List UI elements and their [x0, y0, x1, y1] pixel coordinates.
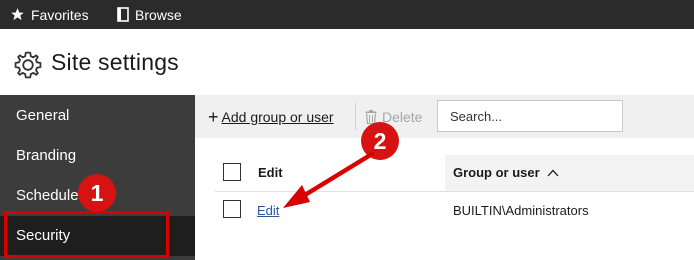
top-bar: Favorites Browse — [0, 0, 694, 29]
star-icon — [11, 8, 24, 21]
sort-up-icon — [547, 169, 559, 177]
toolbar-divider — [355, 103, 356, 130]
favorites-link[interactable]: Favorites — [10, 0, 89, 29]
sidebar-item-branding[interactable]: Branding — [0, 136, 195, 176]
edit-link[interactable]: Edit — [257, 203, 279, 218]
row-checkbox[interactable] — [223, 200, 241, 218]
table-divider — [215, 191, 694, 192]
table-header: Edit Group or user — [215, 155, 694, 191]
add-group-or-user-button[interactable]: + Add group or user — [208, 95, 334, 138]
sidebar-item-label: General — [16, 107, 70, 124]
step-badge-1: 1 — [78, 174, 116, 212]
add-group-or-user-label: Add group or user — [221, 108, 334, 125]
edit-column-header: Edit — [258, 165, 283, 180]
sidebar-item-general[interactable]: General — [0, 96, 195, 136]
gear-icon — [14, 51, 42, 79]
group-column-header-label: Group or user — [453, 165, 540, 180]
browse-label: Browse — [135, 6, 182, 23]
browse-link[interactable]: Browse — [117, 0, 182, 29]
select-all-checkbox[interactable] — [223, 163, 241, 181]
browse-icon — [117, 7, 129, 22]
delete-label: Delete — [382, 108, 423, 125]
page-header: Site settings — [0, 29, 694, 95]
search-input[interactable] — [437, 100, 623, 132]
table-row: Edit BUILTIN\Administrators — [215, 194, 694, 224]
sidebar-item-label: Branding — [16, 147, 77, 164]
group-column-header[interactable]: Group or user — [453, 165, 559, 180]
group-cell: BUILTIN\Administrators — [453, 203, 589, 218]
toolbar: + Add group or user Delete — [195, 95, 694, 138]
security-highlight-box — [4, 211, 169, 258]
sidebar-item-label: Schedule — [16, 187, 79, 204]
page-title: Site settings — [51, 49, 179, 75]
favorites-label: Favorites — [31, 6, 89, 23]
step-badge-2: 2 — [361, 122, 399, 160]
main-content: + Add group or user Delete Edit Group or… — [195, 95, 694, 260]
plus-icon: + — [208, 106, 219, 127]
